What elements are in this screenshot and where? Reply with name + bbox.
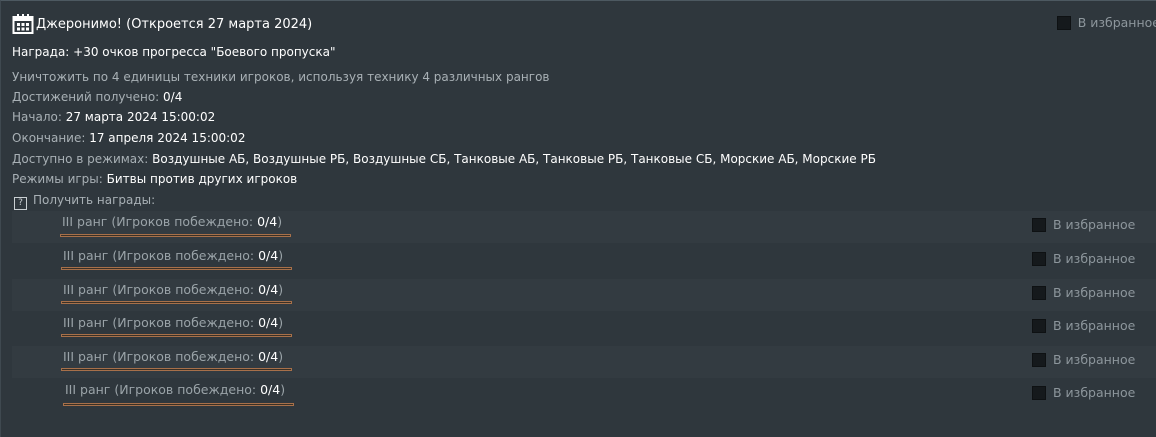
reward-progress-value: 0/4 bbox=[258, 315, 279, 330]
task-header: Джеронимо! (Откроется 27 марта 2024) bbox=[12, 11, 312, 37]
reward-progress-bar bbox=[61, 301, 292, 304]
achievements-line: Достижений получено: 0/4 bbox=[12, 89, 182, 105]
reward-close-paren: ) bbox=[277, 214, 283, 229]
reward-row: III ранг (Игроков побеждено: 0/4) В избра… bbox=[12, 279, 1156, 311]
reward-progress-value: 0/4 bbox=[258, 282, 279, 297]
reward-favorite-toggle[interactable]: В избранное bbox=[1032, 285, 1135, 300]
reward-favorite-label: В избранное bbox=[1053, 352, 1136, 367]
task-title: Джеронимо! (Откроется 27 марта 2024) bbox=[36, 16, 313, 32]
favorite-toggle-main[interactable]: В избранное bbox=[1056, 15, 1156, 30]
end-label: Окончание: bbox=[12, 131, 90, 145]
start-line: Начало: 27 марта 2024 15:00:02 bbox=[12, 109, 215, 125]
reward-close-paren: ) bbox=[278, 315, 284, 330]
reward-favorite-toggle[interactable]: В избранное bbox=[1032, 217, 1135, 232]
modes-line: Доступно в режимах: Воздушные АБ, Воздуш… bbox=[12, 151, 876, 167]
reward-label: III ранг (Игроков побеждено: 0/4) bbox=[63, 282, 283, 297]
reward-rank-text: III ранг (Игроков побеждено: bbox=[63, 282, 259, 297]
reward-favorite-checkbox[interactable] bbox=[1032, 352, 1046, 367]
end-value: 17 апреля 2024 15:00:02 bbox=[89, 131, 246, 145]
reward-progress-value: 0/4 bbox=[257, 214, 278, 229]
reward-progress-value: 0/4 bbox=[258, 349, 279, 364]
reward-progress-bar bbox=[60, 234, 291, 237]
reward-label: III ранг (Игроков побеждено: 0/4) bbox=[63, 248, 283, 263]
calendar-icon bbox=[12, 14, 34, 34]
reward-row: III ранг (Игроков побеждено: 0/4) В избра… bbox=[12, 211, 1156, 243]
reward-rank-text: III ранг (Игроков побеждено: bbox=[63, 248, 259, 263]
reward-favorite-label: В избранное bbox=[1053, 385, 1136, 400]
reward-favorite-checkbox[interactable] bbox=[1032, 385, 1046, 400]
task-description: Уничтожить по 4 единицы техники игроков,… bbox=[12, 70, 550, 84]
get-rewards-line: ? Получить награды: bbox=[14, 192, 155, 210]
start-value: 27 марта 2024 15:00:02 bbox=[65, 110, 216, 124]
reward-favorite-toggle[interactable]: В избранное bbox=[1032, 318, 1135, 333]
help-icon[interactable]: ? bbox=[14, 197, 27, 210]
reward-label: III ранг (Игроков побеждено: 0/4) bbox=[62, 214, 282, 229]
reward-progress-bar bbox=[61, 267, 292, 270]
reward-progress-bar bbox=[61, 334, 292, 337]
reward-favorite-label: В избранное bbox=[1053, 251, 1136, 266]
task-panel: Джеронимо! (Откроется 27 марта 2024) В и… bbox=[0, 0, 1156, 437]
favorite-checkbox[interactable] bbox=[1056, 15, 1071, 30]
reward-close-paren: ) bbox=[278, 248, 284, 263]
reward-row: III ранг (Игроков побеждено: 0/4) В избра… bbox=[12, 312, 1156, 344]
reward-favorite-checkbox[interactable] bbox=[1032, 217, 1046, 232]
start-label: Начало: bbox=[12, 110, 66, 124]
reward-rank-text: III ранг (Игроков побеждено: bbox=[63, 315, 259, 330]
reward-favorite-checkbox[interactable] bbox=[1032, 285, 1046, 300]
reward-progress-value: 0/4 bbox=[258, 248, 279, 263]
achievements-label: Достижений получено: bbox=[12, 90, 164, 104]
end-line: Окончание: 17 апреля 2024 15:00:02 bbox=[12, 130, 245, 146]
reward-progress-bar bbox=[63, 403, 294, 406]
reward-progress-bar bbox=[61, 368, 292, 371]
game-modes-value: Битвы против других игроков bbox=[106, 172, 298, 186]
reward-rank-text: III ранг (Игроков побеждено: bbox=[63, 349, 259, 364]
reward-label: III ранг (Игроков побеждено: 0/4) bbox=[63, 349, 283, 364]
reward-progress-value: 0/4 bbox=[260, 382, 281, 397]
reward-favorite-toggle[interactable]: В избранное bbox=[1032, 352, 1135, 367]
reward-close-paren: ) bbox=[278, 349, 284, 364]
reward-favorite-checkbox[interactable] bbox=[1032, 318, 1046, 333]
modes-label: Доступно в режимах: bbox=[12, 152, 153, 166]
reward-row: III ранг (Игроков побеждено: 0/4) В избра… bbox=[12, 379, 1156, 411]
reward-row: III ранг (Игроков побеждено: 0/4) В избра… bbox=[12, 245, 1156, 277]
reward-close-paren: ) bbox=[278, 282, 284, 297]
reward-favorite-toggle[interactable]: В избранное bbox=[1032, 385, 1135, 400]
reward-favorite-label: В избранное bbox=[1053, 285, 1136, 300]
reward-close-paren: ) bbox=[280, 382, 286, 397]
reward-favorite-label: В избранное bbox=[1053, 318, 1136, 333]
reward-favorite-checkbox[interactable] bbox=[1032, 251, 1046, 266]
favorite-label: В избранное bbox=[1077, 15, 1156, 30]
get-rewards-label: Получить награды: bbox=[33, 193, 156, 207]
reward-line: Награда: +30 очков прогресса "Боевого пр… bbox=[12, 45, 336, 59]
reward-row: III ранг (Игроков побеждено: 0/4) В избра… bbox=[12, 346, 1156, 378]
game-modes-line: Режимы игры: Битвы против других игроков bbox=[12, 171, 297, 187]
reward-rank-text: III ранг (Игроков побеждено: bbox=[62, 214, 258, 229]
game-modes-label: Режимы игры: bbox=[12, 172, 107, 186]
achievements-value: 0/4 bbox=[163, 90, 183, 104]
modes-value: Воздушные АБ, Воздушные РБ, Воздушные СБ… bbox=[152, 152, 876, 166]
reward-favorite-toggle[interactable]: В избранное bbox=[1032, 251, 1135, 266]
reward-label: III ранг (Игроков побеждено: 0/4) bbox=[63, 315, 283, 330]
reward-favorite-label: В избранное bbox=[1053, 217, 1136, 232]
reward-rank-text: III ранг (Игроков побеждено: bbox=[65, 382, 261, 397]
reward-label: III ранг (Игроков побеждено: 0/4) bbox=[65, 382, 285, 397]
